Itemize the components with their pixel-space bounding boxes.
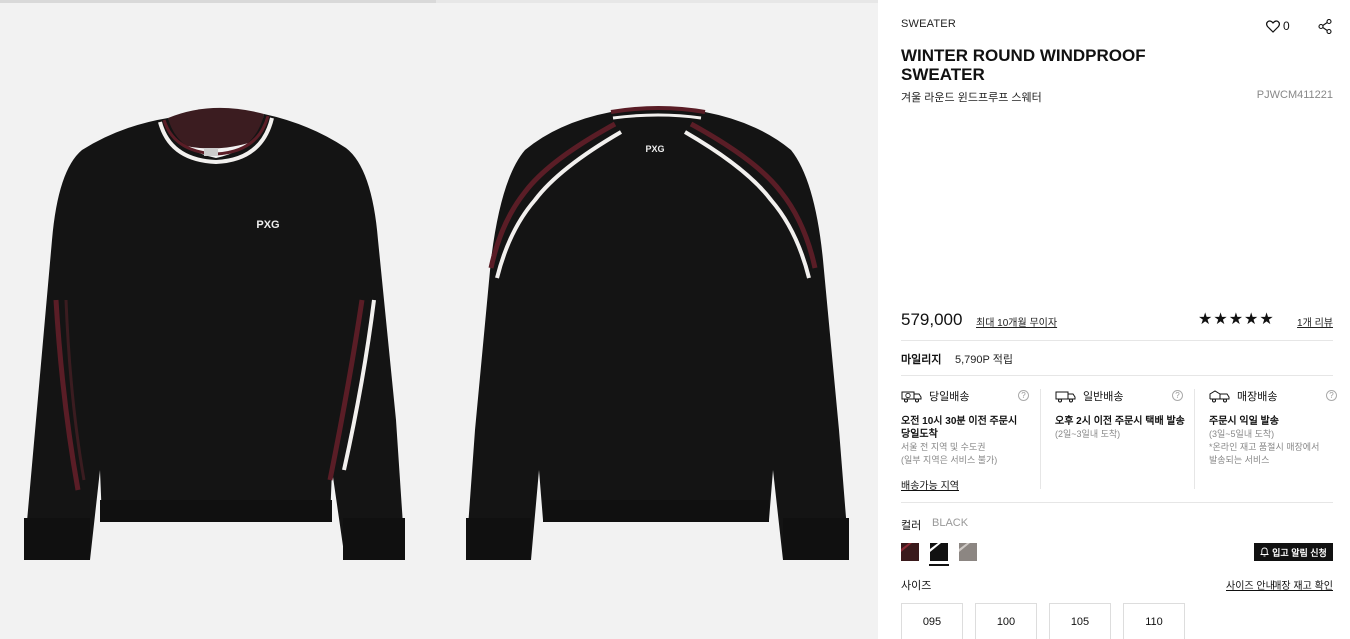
back-logo-text: PXG bbox=[645, 144, 664, 154]
divider bbox=[901, 502, 1333, 503]
shipping-note: *온라인 재고 품절시 매장에서 bbox=[1209, 442, 1320, 452]
product-code: PJWCM411221 bbox=[1256, 89, 1333, 101]
size-option-100[interactable]: 100 bbox=[975, 603, 1037, 639]
wishlist-count: 0 bbox=[1283, 19, 1290, 33]
shipping-note: 서울 전 지역 및 수도권 bbox=[901, 442, 986, 452]
divider bbox=[901, 340, 1333, 341]
swatch-grey-graphic bbox=[959, 543, 977, 561]
store-stock-link[interactable]: 매장 재고 확인 bbox=[1272, 577, 1333, 592]
swatch-black-graphic bbox=[930, 543, 948, 561]
size-label: 사이즈 bbox=[901, 580, 932, 592]
product-image-front[interactable]: PXG bbox=[0, 0, 439, 639]
product-detail-panel: SWEATER 0 WINTER ROUND WINDPROOF SWEATER… bbox=[878, 0, 1350, 639]
color-swatch-burgundy[interactable] bbox=[901, 543, 919, 561]
product-gallery: PXG PXG bbox=[0, 0, 878, 639]
shipping-note: (일부 지역은 서비스 불가) bbox=[901, 455, 998, 465]
help-icon[interactable]: ? bbox=[1172, 390, 1183, 401]
product-price: 579,000 bbox=[901, 310, 963, 329]
size-option-105[interactable]: 105 bbox=[1049, 603, 1111, 639]
shipping-title: 일반배송 bbox=[1083, 391, 1124, 403]
shipping-note: (3일~5일내 도착) bbox=[1209, 429, 1275, 439]
size-option-095[interactable]: 095 bbox=[901, 603, 963, 639]
sweater-back-illustration: PXG bbox=[466, 106, 849, 560]
shipping-note: (2일~3일내 도착) bbox=[1055, 429, 1121, 439]
help-icon[interactable]: ? bbox=[1326, 390, 1337, 401]
heart-icon bbox=[1266, 19, 1280, 33]
shipping-same-day: 당일배송 ? 오전 10시 30분 이전 주문시 당일도착 서울 전 지역 및 … bbox=[901, 388, 1041, 467]
restock-alert-label: 입고 알림 신청 bbox=[1272, 547, 1327, 558]
color-swatch-black[interactable] bbox=[930, 543, 948, 561]
product-subtitle: 겨울 라운드 윈드프루프 스웨터 bbox=[901, 92, 1042, 104]
selected-swatch-indicator bbox=[929, 564, 949, 566]
shipping-title: 매장배송 bbox=[1237, 391, 1278, 403]
mileage-label: 마일리지 bbox=[901, 354, 942, 366]
rating-stars: ★★★★★ bbox=[1198, 311, 1275, 328]
shipping-standard: 일반배송 ? 오후 2시 이전 주문시 택배 발송 (2일~3일내 도착) bbox=[1055, 388, 1195, 441]
restock-alert-button[interactable]: 입고 알림 신청 bbox=[1254, 543, 1333, 561]
shipping-condition: 당일도착 bbox=[901, 429, 938, 440]
shipping-condition: 주문시 익일 발송 bbox=[1209, 416, 1279, 427]
product-category[interactable]: SWEATER bbox=[901, 18, 956, 30]
share-icon bbox=[1318, 18, 1332, 35]
shipping-condition: 오후 2시 이전 주문시 택배 발송 bbox=[1055, 416, 1185, 427]
truck-clock-icon bbox=[901, 391, 922, 402]
column-divider bbox=[1194, 389, 1195, 489]
shipping-title: 당일배송 bbox=[929, 391, 970, 403]
store-truck-icon bbox=[1209, 389, 1230, 402]
sweater-front-illustration: PXG bbox=[24, 107, 405, 560]
review-link[interactable]: 1개 리뷰 bbox=[1297, 314, 1333, 329]
bell-icon bbox=[1260, 547, 1270, 557]
share-button[interactable] bbox=[1318, 18, 1332, 39]
installment-link[interactable]: 최대 10개월 무이자 bbox=[976, 314, 1057, 329]
help-icon[interactable]: ? bbox=[1018, 390, 1029, 401]
shipping-condition: 오전 10시 30분 이전 주문시 bbox=[901, 416, 1018, 427]
column-divider bbox=[1040, 389, 1041, 489]
truck-icon bbox=[1055, 391, 1076, 402]
shipping-store: 매장배송 ? 주문시 익일 발송 (3일~5일내 도착) *온라인 재고 품절시… bbox=[1209, 388, 1349, 467]
size-option-110[interactable]: 110 bbox=[1123, 603, 1185, 639]
wishlist-button[interactable]: 0 bbox=[1266, 19, 1290, 33]
color-swatch-grey[interactable] bbox=[959, 543, 977, 561]
swatch-burgundy-graphic bbox=[901, 543, 919, 561]
front-logo-text: PXG bbox=[256, 219, 279, 231]
color-label: 컬러 bbox=[901, 520, 922, 532]
product-image-back[interactable]: PXG bbox=[439, 0, 878, 639]
product-title: WINTER ROUND WINDPROOF SWEATER bbox=[901, 46, 1146, 84]
shipping-note: 발송되는 서비스 bbox=[1209, 455, 1270, 465]
divider bbox=[901, 375, 1333, 376]
shipping-area-link[interactable]: 배송가능 지역 bbox=[901, 477, 959, 492]
size-guide-link[interactable]: 사이즈 안내 bbox=[1226, 577, 1275, 592]
mileage-value: 5,790P 적립 bbox=[955, 354, 1013, 366]
color-selected-value: BLACK bbox=[932, 517, 969, 529]
